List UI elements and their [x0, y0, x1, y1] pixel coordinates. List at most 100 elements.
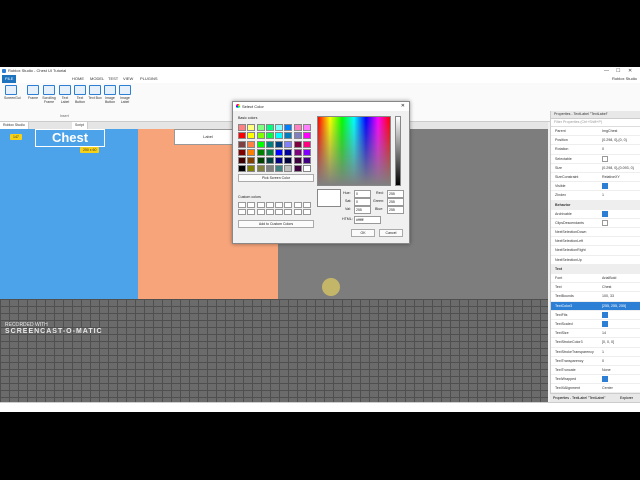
- basic-color-swatch[interactable]: [247, 165, 256, 173]
- user-label[interactable]: Roblox Studio: [612, 75, 637, 83]
- property-value[interactable]: [0, 0, 0]: [602, 338, 614, 346]
- property-row[interactable]: ClipsDescendants: [551, 219, 640, 229]
- basic-color-swatch[interactable]: [238, 124, 246, 131]
- green-input[interactable]: 255: [387, 198, 404, 206]
- property-row[interactable]: TextWrapped: [551, 375, 640, 385]
- basic-color-swatch[interactable]: [303, 140, 312, 148]
- menu-test[interactable]: TEST: [108, 75, 118, 83]
- property-row[interactable]: Font ArialBold: [551, 274, 640, 284]
- basic-color-swatch[interactable]: [303, 148, 312, 156]
- chest-text-label[interactable]: Chest: [35, 129, 105, 147]
- basic-color-swatch[interactable]: [303, 132, 312, 140]
- basic-color-swatch[interactable]: [247, 157, 256, 165]
- basic-color-swatch[interactable]: [238, 165, 246, 173]
- property-row[interactable]: TextTruncate None: [551, 366, 640, 376]
- basic-color-swatch[interactable]: [247, 148, 256, 156]
- property-row[interactable]: ZIndex 1: [551, 191, 640, 201]
- basic-color-swatch[interactable]: [238, 140, 246, 148]
- property-value[interactable]: 1: [602, 191, 604, 199]
- basic-color-swatch[interactable]: [284, 148, 293, 156]
- basic-color-swatch[interactable]: [238, 132, 246, 140]
- blue-frame[interactable]: [0, 129, 138, 299]
- basic-color-swatch[interactable]: [256, 140, 265, 148]
- basic-color-swatch[interactable]: [293, 124, 302, 131]
- basic-color-swatch[interactable]: [265, 148, 274, 156]
- maximize-button[interactable]: ☐: [616, 67, 620, 75]
- custom-color-swatch[interactable]: [303, 202, 312, 208]
- property-value[interactable]: {0.298, 0},{0, 0}: [602, 136, 627, 144]
- property-row[interactable]: Position {0.298, 0},{0, 0}: [551, 136, 640, 146]
- property-value[interactable]: [255, 255, 255]: [602, 302, 626, 310]
- sat-input[interactable]: 0: [354, 198, 371, 206]
- property-checkbox[interactable]: [602, 219, 608, 226]
- property-row[interactable]: TextFits: [551, 311, 640, 320]
- basic-color-swatch[interactable]: [256, 124, 265, 131]
- basic-color-swatch[interactable]: [238, 157, 246, 165]
- property-row[interactable]: TextBounds 100, 33: [551, 292, 640, 302]
- basic-color-swatch[interactable]: [247, 124, 256, 131]
- property-row[interactable]: Behavior: [551, 200, 640, 210]
- text-box-button[interactable]: Text Box: [88, 85, 102, 100]
- property-checkbox[interactable]: [602, 320, 608, 327]
- frame-button[interactable]: Frame: [26, 85, 40, 100]
- property-value[interactable]: {0.298, 0},{0.093, 0}: [602, 164, 634, 172]
- basic-color-swatch[interactable]: [303, 165, 312, 173]
- property-row[interactable]: TextStrokeColor3 [0, 0, 0]: [551, 338, 640, 348]
- basic-color-swatch[interactable]: [247, 140, 256, 148]
- basic-color-swatch[interactable]: [265, 124, 274, 131]
- property-row[interactable]: TextScaled: [551, 320, 640, 330]
- property-row[interactable]: Archivable: [551, 210, 640, 219]
- property-row[interactable]: TextStrokeTransparency 1: [551, 348, 640, 357]
- property-row[interactable]: SizeConstraint RelativeXY: [551, 173, 640, 183]
- basic-color-swatch[interactable]: [284, 165, 293, 173]
- ok-button[interactable]: OK: [351, 229, 375, 237]
- scrolling-frame-button[interactable]: Scrolling Frame: [42, 85, 56, 104]
- basic-color-swatch[interactable]: [265, 157, 274, 165]
- menu-model[interactable]: MODEL: [90, 75, 104, 83]
- custom-color-swatch[interactable]: [293, 202, 302, 208]
- property-checkbox[interactable]: [602, 210, 608, 217]
- custom-color-swatch[interactable]: [293, 209, 302, 216]
- custom-color-swatch[interactable]: [238, 209, 246, 216]
- tab-place[interactable]: Roblox Studio: [0, 122, 29, 129]
- close-window-button[interactable]: ✕: [628, 67, 632, 75]
- custom-color-swatch[interactable]: [284, 202, 293, 208]
- image-label-button[interactable]: Image Label: [118, 85, 132, 104]
- property-value[interactable]: Center: [602, 384, 613, 392]
- property-value[interactable]: ArialBold: [602, 274, 616, 282]
- property-row[interactable]: NextSelectionRight: [551, 246, 640, 256]
- val-input[interactable]: 255: [354, 206, 371, 214]
- property-value[interactable]: 0: [602, 357, 604, 365]
- basic-color-swatch[interactable]: [265, 140, 274, 148]
- add-to-custom-colors-button[interactable]: Add to Custom Colors: [238, 220, 314, 228]
- basic-color-swatch[interactable]: [293, 165, 302, 173]
- minimize-button[interactable]: —: [604, 67, 609, 75]
- basic-color-swatch[interactable]: [293, 140, 302, 148]
- property-row[interactable]: Text: [551, 264, 640, 274]
- hue-input[interactable]: 0: [354, 190, 371, 198]
- basic-color-swatch[interactable]: [293, 132, 302, 140]
- custom-color-swatch[interactable]: [303, 209, 312, 216]
- property-value[interactable]: 0: [602, 145, 604, 153]
- blue-input[interactable]: 255: [387, 206, 404, 214]
- property-value[interactable]: 14: [602, 329, 606, 337]
- basic-color-swatch[interactable]: [256, 165, 265, 173]
- property-row[interactable]: NextSelectionLeft: [551, 237, 640, 247]
- dialog-close-button[interactable]: ✕: [401, 102, 405, 111]
- basic-color-swatch[interactable]: [303, 157, 312, 165]
- custom-color-swatch[interactable]: [275, 202, 284, 208]
- basic-color-swatch[interactable]: [275, 132, 284, 140]
- custom-color-swatch[interactable]: [247, 209, 256, 216]
- property-row[interactable]: TextSize 14: [551, 329, 640, 339]
- property-checkbox[interactable]: [602, 311, 608, 318]
- property-value[interactable]: 1: [602, 348, 604, 356]
- property-checkbox[interactable]: [602, 376, 608, 383]
- file-menu[interactable]: FILE: [2, 75, 17, 83]
- basic-color-swatch[interactable]: [238, 148, 246, 156]
- basic-color-swatch[interactable]: [275, 124, 284, 131]
- basic-color-swatch[interactable]: [293, 148, 302, 156]
- text-label-button[interactable]: Text Label: [58, 85, 72, 104]
- custom-color-swatch[interactable]: [275, 209, 284, 216]
- basic-color-swatch[interactable]: [275, 165, 284, 173]
- custom-color-swatch[interactable]: [265, 202, 274, 208]
